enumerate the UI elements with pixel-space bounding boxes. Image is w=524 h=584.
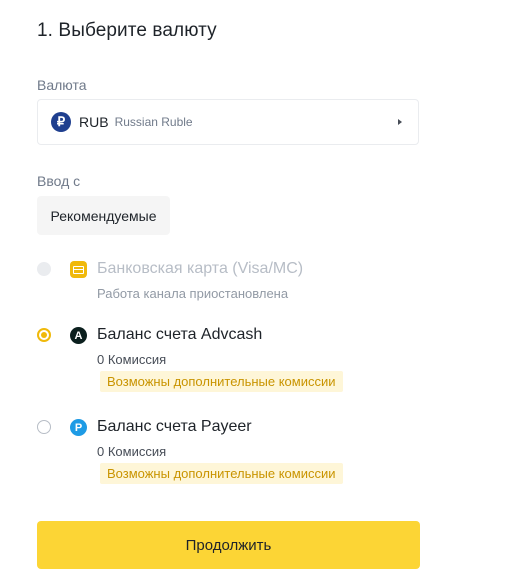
radio-bank-card	[37, 262, 51, 276]
method-title: Баланс счета Advcash	[97, 326, 263, 343]
step-title: 1. Выберите валюту	[37, 20, 217, 41]
caret-right-icon	[398, 119, 402, 125]
radio-payeer[interactable]	[37, 420, 51, 434]
currency-select[interactable]: ₽ RUB Russian Ruble	[37, 99, 419, 145]
method-fee: 0 Комиссия	[97, 352, 167, 367]
advcash-icon: A	[70, 327, 87, 344]
currency-label: Валюта	[37, 77, 87, 93]
extra-fees-badge: Возможны дополнительные комиссии	[100, 371, 343, 392]
currency-name: Russian Ruble	[114, 115, 193, 129]
ruble-icon: ₽	[51, 112, 71, 132]
method-title: Баланс счета Payeer	[97, 418, 252, 435]
credit-card-icon	[70, 261, 87, 278]
deposit-step-page: 1. Выберите валюту Валюта ₽ RUB Russian …	[0, 0, 524, 584]
continue-button[interactable]: Продолжить	[37, 521, 420, 569]
payeer-icon: P	[70, 419, 87, 436]
tab-recommended[interactable]: Рекомендуемые	[37, 196, 170, 235]
extra-fees-badge: Возможны дополнительные комиссии	[100, 463, 343, 484]
input-source-label: Ввод с	[37, 173, 81, 189]
method-title: Банковская карта (Visa/MC)	[97, 260, 304, 277]
method-fee: 0 Комиссия	[97, 444, 167, 459]
method-status: Работа канала приостановлена	[97, 286, 289, 301]
currency-code: RUB	[79, 114, 109, 130]
radio-advcash[interactable]	[37, 328, 51, 342]
